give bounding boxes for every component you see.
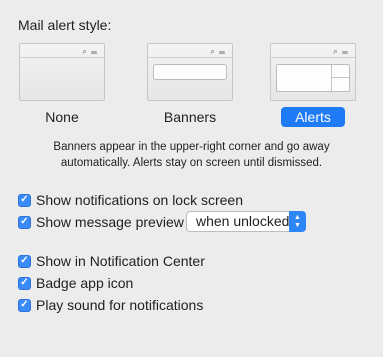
notification-center-label[interactable]: Show in Notification Center [36,253,205,269]
badge-label[interactable]: Badge app icon [36,275,133,291]
alert-style-banners[interactable]: ⌕ ☰ Banners [146,43,234,127]
message-preview-select[interactable]: when unlocked ▲ ▼ [186,211,306,232]
alert-style-alerts[interactable]: ⌕ ☰ Alerts [269,43,357,127]
checkmark-icon: ✓ [20,216,29,227]
message-preview-select-value: when unlocked [196,213,290,229]
message-preview-label[interactable]: Show message preview [36,214,184,230]
alert-button-divider [331,77,349,78]
message-preview-option[interactable]: ✓ Show message preview [18,212,184,232]
alert-style-description: Banners appear in the upper-right corner… [53,141,330,169]
preview-toolbar-icons: ⌕ ☰ [82,47,98,56]
alert-shape [276,64,350,92]
lock-screen-checkbox[interactable]: ✓ [18,193,31,207]
chevron-updown-icon[interactable]: ▲ ▼ [289,211,306,232]
alert-style-none-label[interactable]: None [31,107,92,127]
mail-alert-style-heading: Mail alert style: [18,17,112,33]
checkmark-icon: ✓ [20,194,29,205]
preview-divider [20,57,104,58]
banner-shape [153,64,227,80]
preview-toolbar-icons: ⌕ ☰ [210,47,226,56]
notification-center-checkbox[interactable]: ✓ [18,254,31,268]
checkmark-icon: ✓ [20,255,29,266]
sound-checkbox[interactable]: ✓ [18,298,31,312]
alert-style-none[interactable]: ⌕ ☰ None [18,43,106,127]
notification-center-option[interactable]: ✓ Show in Notification Center [18,251,205,271]
message-preview-checkbox[interactable]: ✓ [18,215,31,229]
banners-style-preview[interactable]: ⌕ ☰ [147,43,233,101]
preview-toolbar-icons: ⌕ ☰ [333,47,349,56]
lock-screen-label[interactable]: Show notifications on lock screen [36,192,243,208]
sound-option[interactable]: ✓ Play sound for notifications [18,295,203,315]
alert-style-banners-label[interactable]: Banners [150,107,230,127]
none-style-preview[interactable]: ⌕ ☰ [19,43,105,101]
lock-screen-option[interactable]: ✓ Show notifications on lock screen [18,190,243,210]
alerts-style-preview[interactable]: ⌕ ☰ [270,43,356,101]
preview-divider [148,57,232,58]
alert-button-divider [331,65,332,91]
preview-divider [271,57,355,58]
badge-option[interactable]: ✓ Badge app icon [18,273,133,293]
checkmark-icon: ✓ [20,299,29,310]
badge-checkbox[interactable]: ✓ [18,276,31,290]
alert-style-alerts-label[interactable]: Alerts [281,107,345,127]
sound-label[interactable]: Play sound for notifications [36,297,203,313]
checkmark-icon: ✓ [20,277,29,288]
